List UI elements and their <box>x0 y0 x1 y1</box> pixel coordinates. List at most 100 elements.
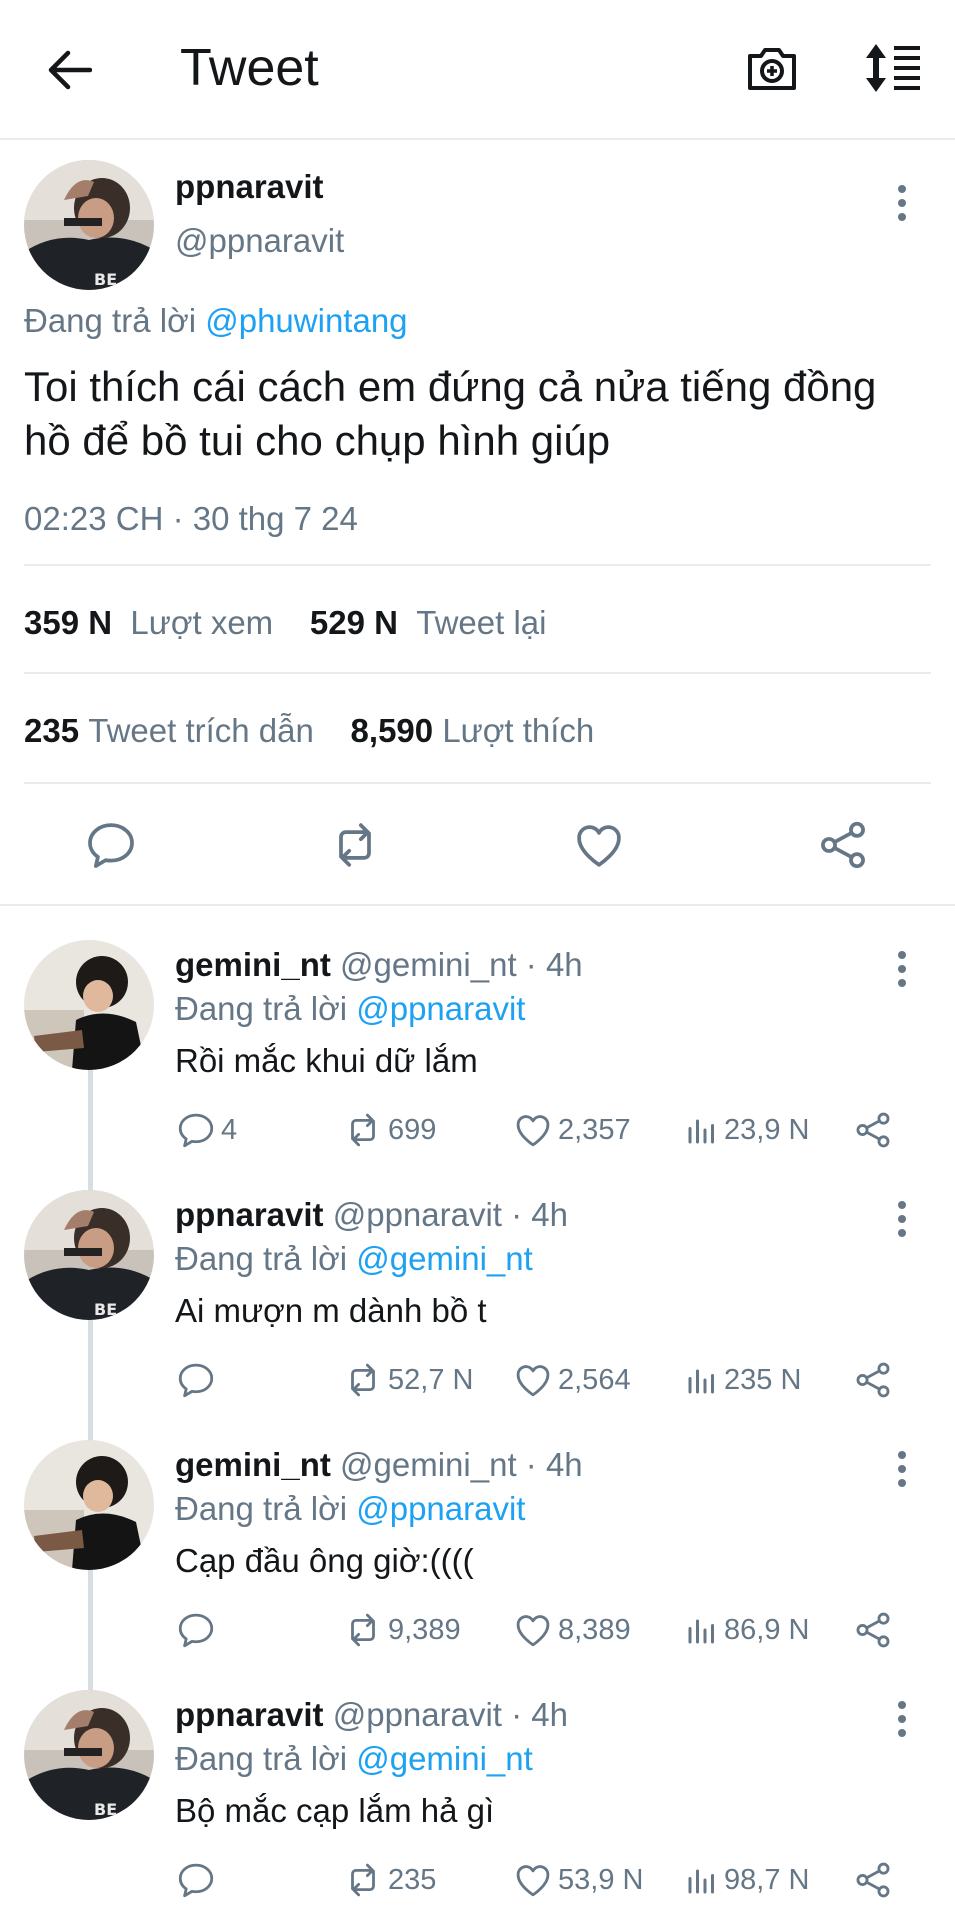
likes-count[interactable]: 8,590 <box>351 712 434 749</box>
replying-to: Đang trả lời @phuwintang <box>24 302 408 340</box>
more-vertical-icon <box>897 1699 907 1739</box>
views-icon <box>684 1109 720 1151</box>
author-name[interactable]: ppnaravit <box>175 168 324 206</box>
page-title: Tweet <box>180 39 319 97</box>
share-button[interactable] <box>852 1600 894 1660</box>
views-count: 235 N <box>724 1363 802 1396</box>
mention-link[interactable]: @gemini_nt <box>356 1740 533 1777</box>
reply-button[interactable]: 4 <box>175 1100 237 1160</box>
reply-button[interactable] <box>175 1350 221 1410</box>
retweet-icon <box>342 1359 384 1401</box>
retweets-label[interactable]: Tweet lại <box>416 604 546 641</box>
camera-button[interactable] <box>744 40 808 104</box>
more-options-button[interactable] <box>882 178 922 228</box>
replying-to: Đang trả lời @gemini_nt <box>175 1740 533 1778</box>
share-button[interactable] <box>852 1100 894 1160</box>
share-icon <box>815 817 871 873</box>
tweet-text: Rồi mắc khui dữ lắm <box>175 1042 478 1079</box>
views-button[interactable]: 86,9 N <box>684 1600 809 1660</box>
reply-header: gemini_nt @gemini_nt · 4h <box>175 1446 583 1484</box>
like-button[interactable]: 8,389 <box>512 1600 631 1660</box>
like-button[interactable]: 2,564 <box>512 1350 631 1410</box>
like-button[interactable] <box>564 810 634 880</box>
reply-actions: 4 699 2,357 23,9 N <box>0 1100 955 1160</box>
like-button[interactable]: 2,357 <box>512 1100 631 1160</box>
reply-tweet[interactable]: ppnaravit @ppnaravit · 4h Đang trả lời @… <box>0 1690 955 1920</box>
more-options-button[interactable] <box>882 1694 922 1744</box>
replying-to-label: Đang trả lời <box>175 1740 357 1777</box>
reply-icon <box>175 1109 217 1151</box>
like-count: 53,9 N <box>558 1863 644 1896</box>
likes-label[interactable]: Lượt thích <box>442 712 594 749</box>
replying-to-label: Đang trả lời <box>175 1240 357 1277</box>
avatar[interactable] <box>24 1190 154 1320</box>
top-bar: Tweet <box>0 0 955 140</box>
share-icon <box>852 1609 894 1651</box>
author-name[interactable]: gemini_nt <box>175 946 331 983</box>
author-name[interactable]: ppnaravit <box>175 1196 324 1233</box>
author-name[interactable]: gemini_nt <box>175 1446 331 1483</box>
author-name[interactable]: ppnaravit <box>175 1696 324 1733</box>
sort-button[interactable] <box>862 40 926 104</box>
author-handle[interactable]: @ppnaravit <box>175 222 344 260</box>
replying-to: Đang trả lời @gemini_nt <box>175 1240 533 1278</box>
share-button[interactable] <box>808 810 878 880</box>
share-button[interactable] <box>852 1350 894 1410</box>
retweet-button[interactable]: 235 <box>342 1850 436 1910</box>
retweet-button[interactable]: 52,7 N <box>342 1350 473 1410</box>
reply-tweet[interactable]: ppnaravit @ppnaravit · 4h Đang trả lời @… <box>0 1190 955 1440</box>
avatar[interactable] <box>24 940 154 1070</box>
reply-tweet[interactable]: gemini_nt @gemini_nt · 4h Đang trả lời @… <box>0 940 955 1190</box>
more-vertical-icon <box>897 1449 907 1489</box>
views-button[interactable]: 98,7 N <box>684 1850 809 1910</box>
divider <box>24 672 931 674</box>
like-count: 2,564 <box>558 1363 631 1396</box>
reply-button[interactable] <box>175 1850 221 1910</box>
share-icon <box>852 1859 894 1901</box>
replying-to: Đang trả lời @ppnaravit <box>175 990 525 1028</box>
tweet-text: Ai mượn m dành bồ t <box>175 1292 487 1329</box>
views-icon <box>684 1609 720 1651</box>
reply-button[interactable] <box>175 1600 221 1660</box>
more-options-button[interactable] <box>882 944 922 994</box>
retweet-count: 699 <box>388 1113 437 1146</box>
share-button[interactable] <box>852 1850 894 1910</box>
mention-link[interactable]: @ppnaravit <box>356 990 525 1027</box>
mention-link[interactable]: @ppnaravit <box>356 1490 525 1527</box>
arrow-left-icon <box>48 50 92 90</box>
reply-tweet[interactable]: gemini_nt @gemini_nt · 4h Đang trả lời @… <box>0 1440 955 1690</box>
reply-header: ppnaravit @ppnaravit · 4h <box>175 1196 568 1234</box>
mention-link[interactable]: @gemini_nt <box>356 1240 533 1277</box>
retweet-icon <box>342 1109 384 1151</box>
like-button[interactable]: 53,9 N <box>512 1850 643 1910</box>
retweet-button[interactable]: 9,389 <box>342 1600 461 1660</box>
quotes-count[interactable]: 235 <box>24 712 79 749</box>
like-count: 8,389 <box>558 1613 631 1646</box>
heart-icon <box>512 1109 554 1151</box>
avatar[interactable] <box>24 1440 154 1570</box>
heart-icon <box>512 1859 554 1901</box>
avatar[interactable] <box>24 160 154 290</box>
author-handle-time: @ppnaravit · 4h <box>332 1696 569 1733</box>
reply-button[interactable] <box>76 810 146 880</box>
more-options-button[interactable] <box>882 1194 922 1244</box>
retweet-button[interactable] <box>320 810 390 880</box>
more-options-button[interactable] <box>882 1444 922 1494</box>
heart-icon <box>512 1359 554 1401</box>
back-button[interactable] <box>40 44 100 96</box>
retweets-count[interactable]: 529 N <box>310 604 398 641</box>
replying-to-label: Đang trả lời <box>175 1490 357 1527</box>
quotes-label[interactable]: Tweet trích dẫn <box>88 712 314 749</box>
stats-views-retweets: 359 N Lượt xem 529 N Tweet lại <box>24 604 547 642</box>
views-button[interactable]: 23,9 N <box>684 1100 809 1160</box>
more-vertical-icon <box>897 1199 907 1239</box>
replying-to: Đang trả lời @ppnaravit <box>175 1490 525 1528</box>
retweet-button[interactable]: 699 <box>342 1100 436 1160</box>
avatar[interactable] <box>24 1690 154 1820</box>
reply-header: ppnaravit @ppnaravit · 4h <box>175 1696 568 1734</box>
views-count: 86,9 N <box>724 1613 810 1646</box>
views-count: 359 N <box>24 604 113 641</box>
mention-link[interactable]: @phuwintang <box>205 302 407 339</box>
views-button[interactable]: 235 N <box>684 1350 801 1410</box>
replying-to-label: Đang trả lời <box>175 990 357 1027</box>
